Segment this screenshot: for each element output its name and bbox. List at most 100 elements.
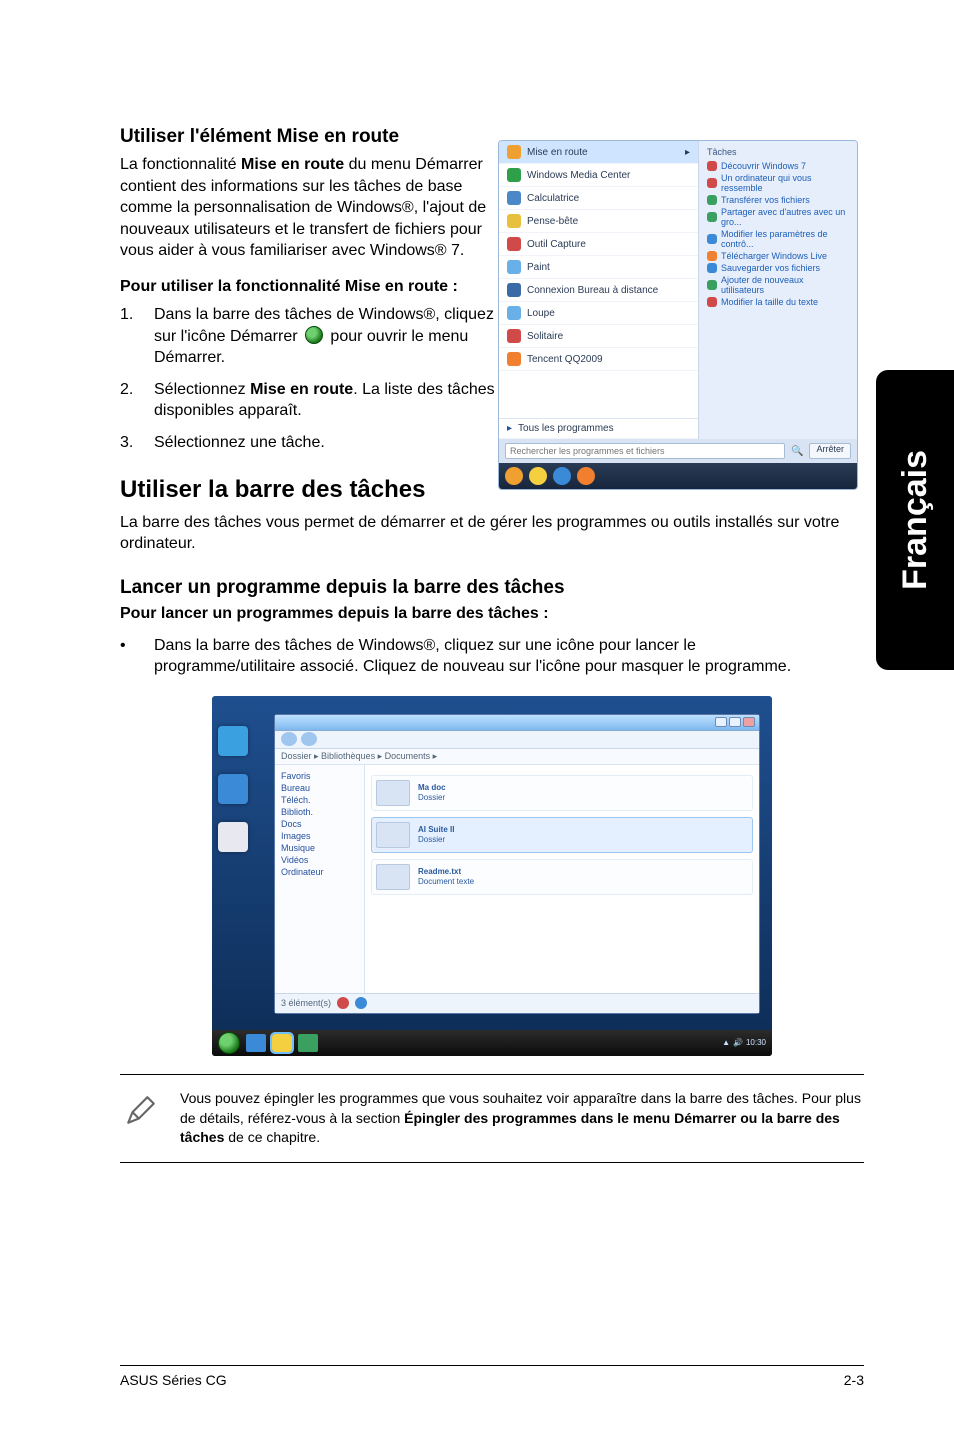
taskbar-icon[interactable] (246, 1034, 266, 1052)
start-menu-item[interactable]: Windows Media Center (499, 164, 698, 187)
shutdown-button[interactable]: Arrêter (809, 443, 851, 459)
file-row[interactable]: AI Suite IIDossier (371, 817, 753, 853)
app-icon (507, 283, 521, 297)
dock-icon[interactable] (218, 774, 248, 804)
sidebar-item[interactable]: Musique (281, 843, 358, 853)
note-text: Vous pouvez épingler les programmes que … (180, 1089, 864, 1148)
file-thumb-icon (376, 822, 410, 848)
start-menu-item[interactable]: Calculatrice (499, 187, 698, 210)
footer-right: 2-3 (844, 1372, 864, 1388)
task-icon (707, 251, 717, 261)
bullet-item: • Dans la barre des tâches de Windows®, … (120, 635, 864, 678)
task-link[interactable]: Télécharger Windows Live (707, 251, 849, 261)
explorer-sidebar: Favoris Bureau Téléch. Biblioth. Docs Im… (275, 765, 365, 993)
start-menu-item[interactable]: Connexion Bureau à distance (499, 279, 698, 302)
task-icon (707, 161, 717, 171)
sidebar-item[interactable]: Téléch. (281, 795, 358, 805)
task-link[interactable]: Transférer vos fichiers (707, 195, 849, 205)
search-input[interactable] (505, 443, 785, 459)
task-link[interactable]: Sauvegarder vos fichiers (707, 263, 849, 273)
start-menu-left-pane: Mise en route▸ Windows Media Center Calc… (499, 141, 699, 439)
orb-icon[interactable] (553, 467, 571, 485)
maximize-button[interactable] (729, 717, 741, 727)
forward-button[interactable] (301, 732, 317, 746)
tasks-header: Tâches (707, 147, 849, 157)
app-icon (507, 168, 521, 182)
taskbar-screenshot: Dossier ▸ Bibliothèques ▸ Documents ▸ Fa… (212, 696, 772, 1056)
task-link[interactable]: Modifier la taille du texte (707, 297, 849, 307)
file-row[interactable]: Readme.txtDocument texte (371, 859, 753, 895)
search-icon[interactable]: 🔍 (791, 446, 803, 457)
sidebar-item[interactable]: Favoris (281, 771, 358, 781)
tray-icon[interactable]: ▲ (722, 1038, 730, 1047)
start-menu-item[interactable]: Mise en route▸ (499, 141, 698, 164)
sidebar-item[interactable]: Docs (281, 819, 358, 829)
start-menu-item[interactable]: Solitaire (499, 325, 698, 348)
task-link[interactable]: Découvrir Windows 7 (707, 161, 849, 171)
language-label: Français (896, 450, 935, 590)
sidebar-item[interactable]: Images (281, 831, 358, 841)
status-icon (337, 997, 349, 1009)
task-icon (707, 195, 717, 205)
all-programs[interactable]: ▸ Tous les programmes (499, 418, 698, 439)
start-menu-item[interactable]: Paint (499, 256, 698, 279)
task-icon (707, 297, 717, 307)
window-titlebar[interactable] (275, 715, 759, 731)
task-icon (707, 280, 717, 290)
task-icon (707, 263, 717, 273)
section1-intro: La fonctionnalité Mise en route du menu … (120, 154, 500, 262)
dock-icon[interactable] (218, 822, 248, 852)
step-3: 3. Sélectionnez une tâche. (120, 432, 500, 454)
sidebar-item[interactable]: Ordinateur (281, 867, 358, 877)
window-toolbar (275, 731, 759, 749)
dock-icon[interactable] (218, 726, 248, 756)
status-icon (355, 997, 367, 1009)
taskbar-icon[interactable] (298, 1034, 318, 1052)
start-menu-item[interactable]: Outil Capture (499, 233, 698, 256)
start-menu-item[interactable]: Pense-bête (499, 210, 698, 233)
section3-howto: Pour lancer un programmes depuis la barr… (120, 605, 864, 623)
task-link[interactable]: Modifier les paramètres de contrô... (707, 229, 849, 249)
start-menu-search-row: 🔍 Arrêter (499, 439, 857, 463)
app-icon (507, 214, 521, 228)
app-icon (507, 260, 521, 274)
address-bar[interactable]: Dossier ▸ Bibliothèques ▸ Documents ▸ (275, 749, 759, 765)
status-text: 3 élément(s) (281, 998, 331, 1008)
sidebar-item[interactable]: Bureau (281, 783, 358, 793)
task-link[interactable]: Partager avec d'autres avec un gro... (707, 207, 849, 227)
footer-left: ASUS Séries CG (120, 1372, 227, 1388)
app-icon (507, 237, 521, 251)
desktop-dock (218, 726, 248, 852)
task-link[interactable]: Ajouter de nouveaux utilisateurs (707, 275, 849, 295)
task-icon (707, 178, 717, 188)
chevron-right-icon: ▸ (685, 147, 690, 158)
start-button[interactable] (218, 1032, 240, 1054)
sidebar-item[interactable]: Vidéos (281, 855, 358, 865)
task-link[interactable]: Un ordinateur qui vous ressemble (707, 173, 849, 193)
step-2: 2. Sélectionnez Mise en route. La liste … (120, 379, 500, 422)
start-menu-item[interactable]: Tencent QQ2009 (499, 348, 698, 371)
task-icon (707, 234, 717, 244)
status-bar: 3 élément(s) (275, 993, 759, 1013)
task-icon (707, 212, 717, 222)
file-thumb-icon (376, 864, 410, 890)
page-footer: ASUS Séries CG 2-3 (120, 1365, 864, 1388)
file-thumb-icon (376, 780, 410, 806)
orb-icon[interactable] (577, 467, 595, 485)
taskbar-icon[interactable] (272, 1034, 292, 1052)
section3-bullets: • Dans la barre des tâches de Windows®, … (120, 635, 864, 678)
app-icon (507, 352, 521, 366)
close-button[interactable] (743, 717, 755, 727)
system-tray[interactable]: ▲ 🔊 10:30 (722, 1038, 766, 1047)
tray-icon[interactable]: 🔊 (733, 1038, 743, 1047)
orb-icon[interactable] (529, 467, 547, 485)
back-button[interactable] (281, 732, 297, 746)
file-row[interactable]: Ma docDossier (371, 775, 753, 811)
tray-clock[interactable]: 10:30 (746, 1038, 766, 1047)
minimize-button[interactable] (715, 717, 727, 727)
step-1: 1. Dans la barre des tâches de Windows®,… (120, 304, 500, 369)
sidebar-item[interactable]: Biblioth. (281, 807, 358, 817)
start-menu-item[interactable]: Loupe (499, 302, 698, 325)
section2-intro: La barre des tâches vous permet de démar… (120, 512, 864, 555)
orb-icon[interactable] (505, 467, 523, 485)
